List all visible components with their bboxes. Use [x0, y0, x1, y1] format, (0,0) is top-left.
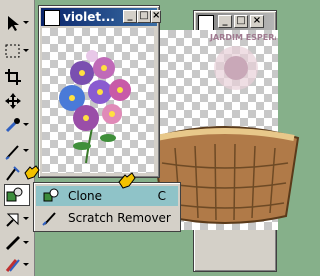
- watermark-text: JARDIM ESPERANÇA: [209, 33, 276, 42]
- pen-tool[interactable]: [4, 140, 30, 162]
- dropper-tool[interactable]: [4, 114, 30, 136]
- document-canvas[interactable]: [42, 28, 154, 173]
- menu-item-clone-label: Clone: [68, 189, 103, 203]
- front-document-window[interactable]: violet... _ □ ×: [38, 5, 161, 178]
- window-title: violet...: [63, 10, 115, 24]
- retouch-icon: [6, 166, 20, 181]
- violet-flowers-image: [59, 50, 131, 164]
- crop-tool[interactable]: [4, 66, 30, 88]
- color-tool[interactable]: [4, 254, 30, 276]
- fill-tool[interactable]: [4, 232, 30, 254]
- pointer-icon: [8, 16, 19, 31]
- dropper-icon: [5, 118, 20, 133]
- move-icon: [5, 93, 21, 109]
- crop-icon: [5, 69, 21, 85]
- maximize-button[interactable]: □: [137, 10, 151, 23]
- menu-item-scratch-remover[interactable]: Scratch Remover: [36, 208, 178, 228]
- tools-toolbar: [0, 0, 35, 276]
- clone-brush-icon: [43, 188, 59, 202]
- hand-cursor-icon: [24, 165, 40, 180]
- hand-cursor-icon: [118, 172, 136, 189]
- close-button[interactable]: ×: [250, 15, 264, 28]
- document-icon: [44, 10, 60, 26]
- clone-tool[interactable]: [4, 184, 30, 206]
- move-tool[interactable]: [4, 90, 30, 112]
- scratch-remover-icon: [42, 212, 56, 226]
- clone-tool-menu: Clone C Scratch Remover: [33, 182, 181, 232]
- clone-tool-icon: [6, 187, 23, 202]
- selection-tool[interactable]: [4, 40, 30, 62]
- menu-item-clone[interactable]: Clone C: [36, 186, 178, 206]
- color-icon: [5, 259, 20, 272]
- eraser-icon: [6, 213, 19, 227]
- pen-icon: [5, 145, 19, 160]
- selection-icon: [5, 44, 20, 58]
- watermark-circle: JARDIM ESPERANÇA: [209, 33, 276, 90]
- pointer-tool[interactable]: [4, 12, 30, 34]
- menu-item-clone-shortcut: C: [157, 189, 166, 203]
- fill-icon: [6, 236, 20, 250]
- minimize-button[interactable]: _: [218, 15, 232, 28]
- eraser-tool[interactable]: [4, 208, 30, 230]
- minimize-button[interactable]: _: [123, 10, 137, 23]
- maximize-button[interactable]: □: [234, 15, 248, 28]
- close-button[interactable]: ×: [151, 10, 161, 23]
- menu-item-scratch-remover-label: Scratch Remover: [68, 211, 171, 225]
